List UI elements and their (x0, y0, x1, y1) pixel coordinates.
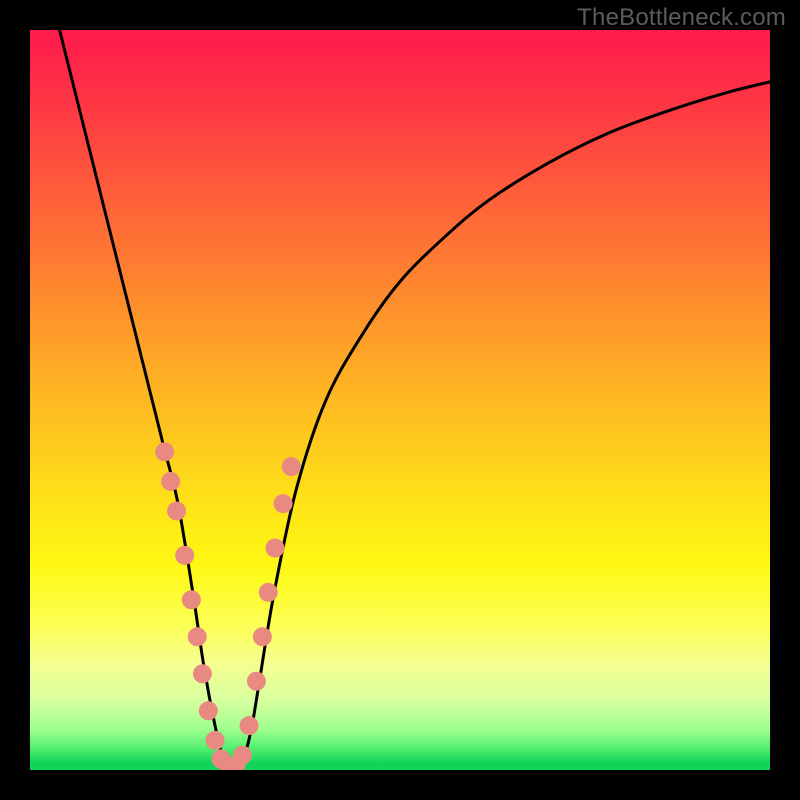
data-dot (193, 664, 212, 683)
watermark-text: TheBottleneck.com (577, 4, 786, 32)
data-dot (155, 442, 174, 461)
data-dot (199, 701, 218, 720)
data-dot (188, 627, 207, 646)
data-dot (182, 590, 201, 609)
data-dot (233, 746, 252, 765)
data-dot (175, 546, 194, 565)
chart-frame: TheBottleneck.com (0, 0, 800, 800)
data-dot (247, 672, 266, 691)
data-dot (274, 494, 293, 513)
data-dot (259, 583, 278, 602)
data-dot (206, 731, 225, 750)
data-dot (167, 502, 186, 521)
data-dot (161, 472, 180, 491)
gradient-background (30, 30, 770, 770)
plot-svg (30, 30, 770, 770)
data-dot (282, 457, 301, 476)
data-dot (240, 716, 259, 735)
plot-area (30, 30, 770, 770)
data-dot (265, 539, 284, 558)
data-dot (253, 627, 272, 646)
